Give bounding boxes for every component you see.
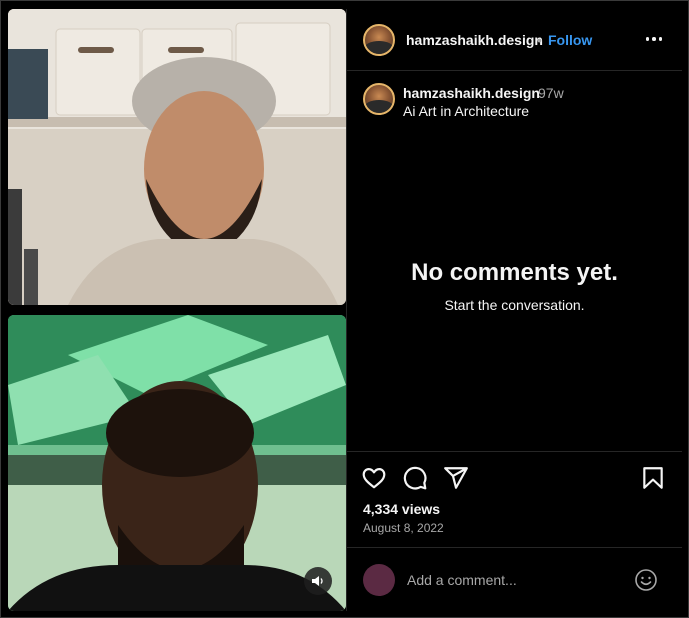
post-dialog: hamzashaikh.design • Follow hamzashaikh.…	[0, 0, 689, 618]
paper-plane-icon	[444, 467, 468, 489]
post-date[interactable]: August 8, 2022	[363, 521, 444, 535]
emoji-picker-button[interactable]	[634, 568, 658, 592]
like-button[interactable]	[361, 465, 389, 493]
mute-toggle-button[interactable]	[304, 567, 332, 595]
follow-button[interactable]: Follow	[548, 32, 592, 48]
save-button[interactable]	[640, 465, 668, 493]
author-username-link[interactable]: hamzashaikh.design	[406, 32, 543, 48]
emoji-smile-icon	[635, 569, 657, 591]
comment-bubble-icon	[403, 466, 427, 490]
share-button[interactable]	[443, 465, 471, 493]
video-frame-top[interactable]	[8, 9, 346, 305]
speaker-icon	[312, 576, 323, 586]
caption-author-avatar[interactable]	[363, 83, 395, 115]
current-user-avatar	[363, 564, 395, 596]
caption-time-ago[interactable]: 97w	[538, 85, 564, 101]
more-options-icon[interactable]	[642, 29, 666, 49]
comment-composer	[347, 555, 682, 605]
heart-icon	[362, 468, 386, 489]
post-header: hamzashaikh.design • Follow	[347, 9, 682, 71]
comments-empty-state: No comments yet. Start the conversation.	[347, 259, 682, 313]
video-scene-top	[8, 9, 346, 305]
comment-button[interactable]	[402, 465, 430, 493]
post-media[interactable]	[8, 9, 346, 611]
video-frame-bottom[interactable]	[8, 315, 346, 611]
composer-divider	[347, 547, 682, 548]
empty-comments-subtitle: Start the conversation.	[444, 297, 585, 313]
post-actions-bar	[347, 465, 682, 493]
comment-input[interactable]	[407, 569, 617, 591]
view-count[interactable]: 4,334 views	[363, 501, 440, 517]
author-avatar[interactable]	[363, 24, 395, 56]
post-info-panel: hamzashaikh.design • Follow hamzashaikh.…	[347, 9, 682, 611]
caption-username-link[interactable]: hamzashaikh.design	[403, 85, 540, 101]
header-separator: •	[537, 32, 542, 48]
bookmark-icon	[643, 467, 663, 489]
post-caption: hamzashaikh.design 97w Ai Art in Archite…	[347, 71, 682, 131]
video-scene-bottom	[8, 315, 346, 611]
empty-comments-title: No comments yet.	[411, 259, 618, 286]
caption-text: Ai Art in Architecture	[403, 103, 530, 119]
actions-divider	[347, 451, 682, 452]
